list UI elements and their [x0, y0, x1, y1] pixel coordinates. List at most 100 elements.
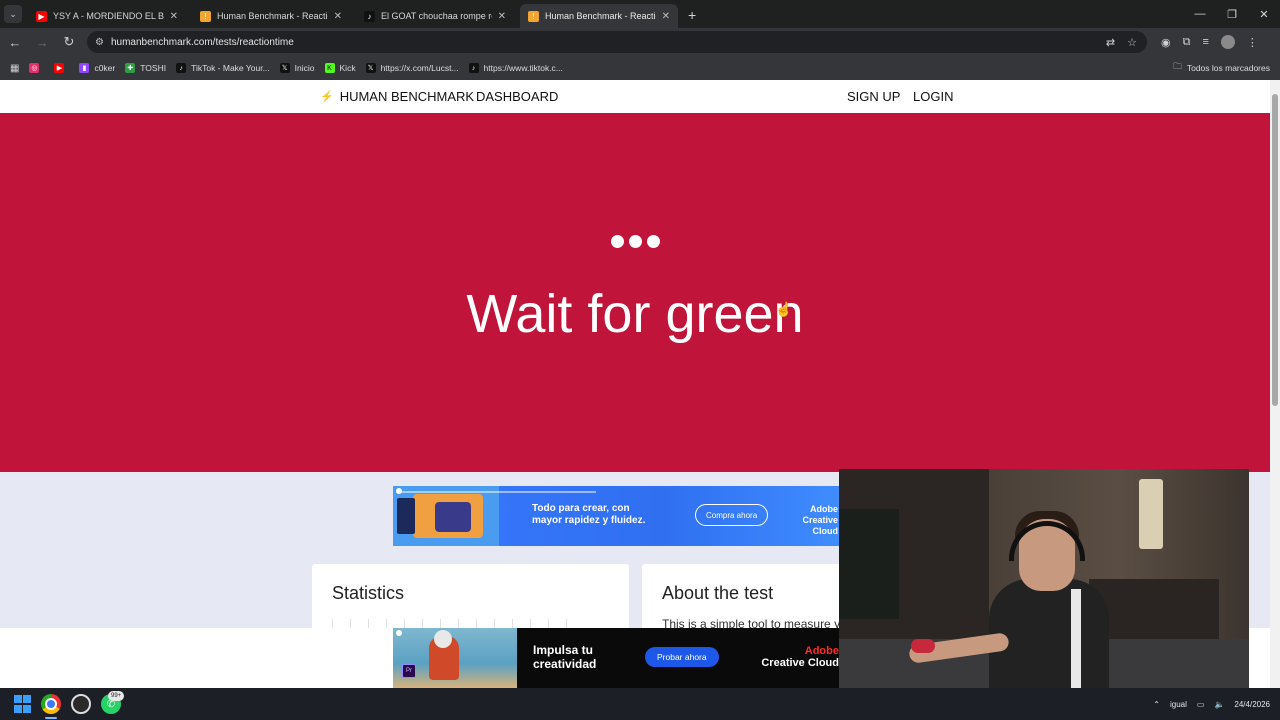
obs-taskbar-icon[interactable] [71, 694, 91, 714]
browser-tabbar: ⌄ ▶ YSY A - MORDIENDO EL BOZAL ✕ ! Human… [0, 0, 1280, 28]
extensions-puzzle-icon[interactable]: ⧉ [1183, 36, 1191, 49]
back-icon[interactable]: ← [3, 30, 27, 54]
humanbenchmark-favicon-icon: ! [200, 10, 211, 22]
bookmark-x-inicio[interactable]: 𝕏 Inicio [279, 63, 315, 73]
monitor [839, 509, 899, 619]
url-text: humanbenchmark.com/tests/reactiontime [110, 36, 294, 48]
chrome-taskbar-icon[interactable] [41, 694, 61, 714]
close-tab-icon[interactable]: ✕ [170, 11, 178, 22]
x-icon: 𝕏 [365, 63, 376, 73]
site-navbar: ⚡ HUMAN BENCHMARK DASHBOARD SIGN UP LOGI… [0, 80, 1270, 113]
all-bookmarks[interactable]: 🗀 Todos los marcadores [1173, 56, 1270, 80]
about-title: About the test [662, 583, 774, 603]
lightning-bolt-icon: ⚡ [320, 91, 334, 103]
adobe-ad-banner-bottom[interactable]: Pr Impulsa tu creatividad Probar ahora A… [393, 628, 839, 688]
ad-progress-track [396, 491, 596, 493]
volume-icon[interactable]: 🔈 [1214, 700, 1224, 709]
tab-title: Human Benchmark - Reaction T [545, 11, 656, 21]
apps-grid-icon[interactable]: ▦ [10, 63, 19, 74]
reaction-test-area[interactable]: Wait for green ☝ [0, 113, 1270, 472]
tiktok-icon: ♪ [468, 63, 479, 73]
bookmark-star-icon[interactable]: ☆ [1127, 36, 1137, 49]
address-bar[interactable]: ⚙ humanbenchmark.com/tests/reactiontime … [87, 31, 1147, 53]
statistics-title: Statistics [332, 583, 405, 603]
kick-icon: K [324, 63, 335, 73]
site-info-icon[interactable]: ⚙ [95, 37, 104, 48]
close-window-icon[interactable]: ✕ [1248, 0, 1280, 28]
tab-title: El GOAT chouchaa rompe récor [381, 11, 492, 21]
humanbenchmark-favicon-icon: ! [528, 10, 539, 22]
folder-icon: 🗀 [1173, 61, 1182, 71]
tab-title: YSY A - MORDIENDO EL BOZAL [53, 11, 164, 21]
lamp [1139, 479, 1163, 549]
bookmark-x-lucst[interactable]: 𝕏https://x.com/Lucst... [365, 63, 459, 73]
instagram-icon: ◎ [29, 63, 40, 73]
waiting-dots-icon [0, 235, 1270, 248]
ad-cta-button[interactable]: Compra ahora [695, 504, 769, 526]
tiktok-favicon-icon: ♪ [364, 10, 375, 22]
nav-login-link[interactable]: LOGIN [913, 80, 953, 113]
media-control-icon[interactable]: ≡ [1202, 36, 1208, 48]
maximize-icon[interactable]: ❐ [1216, 0, 1248, 28]
network-icon[interactable]: ▭ [1197, 700, 1205, 709]
bookmark-youtube[interactable]: ▶ [54, 63, 69, 73]
ad-text: Todo para crear, con mayor rapidez y flu… [532, 503, 646, 526]
brand-link[interactable]: ⚡ HUMAN BENCHMARK [320, 80, 474, 113]
forward-icon[interactable]: → [30, 30, 54, 54]
system-tray: ⌃ igual ▭ 🔈 24/4/2026 [1153, 688, 1270, 720]
tiktok-icon: ♪ [176, 63, 187, 73]
profile-avatar[interactable] [1220, 35, 1235, 49]
ad-info-icon[interactable] [396, 488, 402, 494]
ad-cta-button[interactable]: Probar ahora [645, 647, 719, 667]
nav-dashboard-link[interactable]: DASHBOARD [476, 80, 558, 113]
close-tab-icon[interactable]: ✕ [334, 11, 342, 22]
tab-3[interactable]: ♪ El GOAT chouchaa rompe récor ✕ [356, 4, 514, 28]
bookmark-c0ker[interactable]: ▮ c0ker [79, 63, 115, 73]
toshi-icon: ✚ [125, 63, 136, 73]
window-controls: — ❐ ✕ [1184, 0, 1280, 28]
close-tab-icon[interactable]: ✕ [662, 11, 670, 22]
ad-info-icon[interactable] [396, 630, 402, 636]
bookmark-instagram[interactable]: ◎ [29, 63, 44, 73]
extension-icon[interactable]: ◉ [1161, 36, 1171, 49]
bookmark-toshi[interactable]: ✚ TOSHI [125, 63, 166, 73]
translate-icon[interactable]: ⇄ [1106, 36, 1115, 49]
date-text: 24/4/2026 [1234, 699, 1270, 709]
wait-for-green-headline: Wait for green [466, 284, 804, 344]
streamer-webcam-overlay [839, 469, 1249, 700]
active-app-indicator [45, 717, 57, 719]
youtube-favicon-icon: ▶ [36, 10, 47, 22]
windows-start-icon[interactable] [12, 694, 32, 714]
windows-taskbar: ✆ 99+ ⌃ igual ▭ 🔈 24/4/2026 [0, 688, 1280, 720]
premiere-pro-icon: Pr [402, 664, 416, 678]
tab-title: Human Benchmark - Reaction T [217, 11, 328, 21]
bookmarks-bar: ▦ ◎ ▶ ▮ c0ker ✚ TOSHI ♪ TikTok - Make Your.… [0, 56, 1280, 80]
minimize-icon[interactable]: — [1184, 0, 1216, 28]
ad-brand: Adobe Creative Cloud [802, 504, 838, 536]
tab-4-active[interactable]: ! Human Benchmark - Reaction T ✕ [520, 4, 678, 28]
reload-icon[interactable]: ↻ [57, 30, 81, 54]
tray-text: igual [1169, 699, 1187, 709]
notification-badge: 99+ [108, 691, 125, 701]
adobe-ad-banner-top[interactable]: Todo para crear, con mayor rapidez y flu… [393, 486, 839, 546]
close-tab-icon[interactable]: ✕ [498, 11, 506, 22]
tray-chevron-icon[interactable]: ⌃ [1153, 700, 1160, 709]
x-icon: 𝕏 [279, 63, 290, 73]
tab-1[interactable]: ▶ YSY A - MORDIENDO EL BOZAL ✕ [28, 4, 186, 28]
ad-artwork [393, 486, 499, 546]
mouse-icon [911, 639, 935, 653]
tab-2[interactable]: ! Human Benchmark - Reaction T ✕ [192, 4, 350, 28]
youtube-icon: ▶ [54, 63, 65, 73]
tab-search-icon[interactable]: ⌄ [4, 5, 22, 23]
clock[interactable]: 24/4/2026 [1234, 699, 1270, 710]
page-scrollbar[interactable] [1270, 80, 1280, 688]
new-tab-icon[interactable]: + [688, 7, 696, 23]
ad-photo [393, 628, 517, 688]
bookmark-tiktok[interactable]: ♪ TikTok - Make Your... [176, 63, 270, 73]
bookmark-kick[interactable]: K Kick [324, 63, 356, 73]
nav-signup-link[interactable]: SIGN UP [847, 80, 900, 113]
bookmark-tiktok-url[interactable]: ♪ https://www.tiktok.c... [468, 63, 563, 73]
scrollbar-thumb[interactable] [1272, 94, 1278, 406]
ad-text: Impulsa tu creatividad [533, 643, 597, 671]
menu-kebab-icon[interactable]: ⋮ [1247, 36, 1258, 49]
